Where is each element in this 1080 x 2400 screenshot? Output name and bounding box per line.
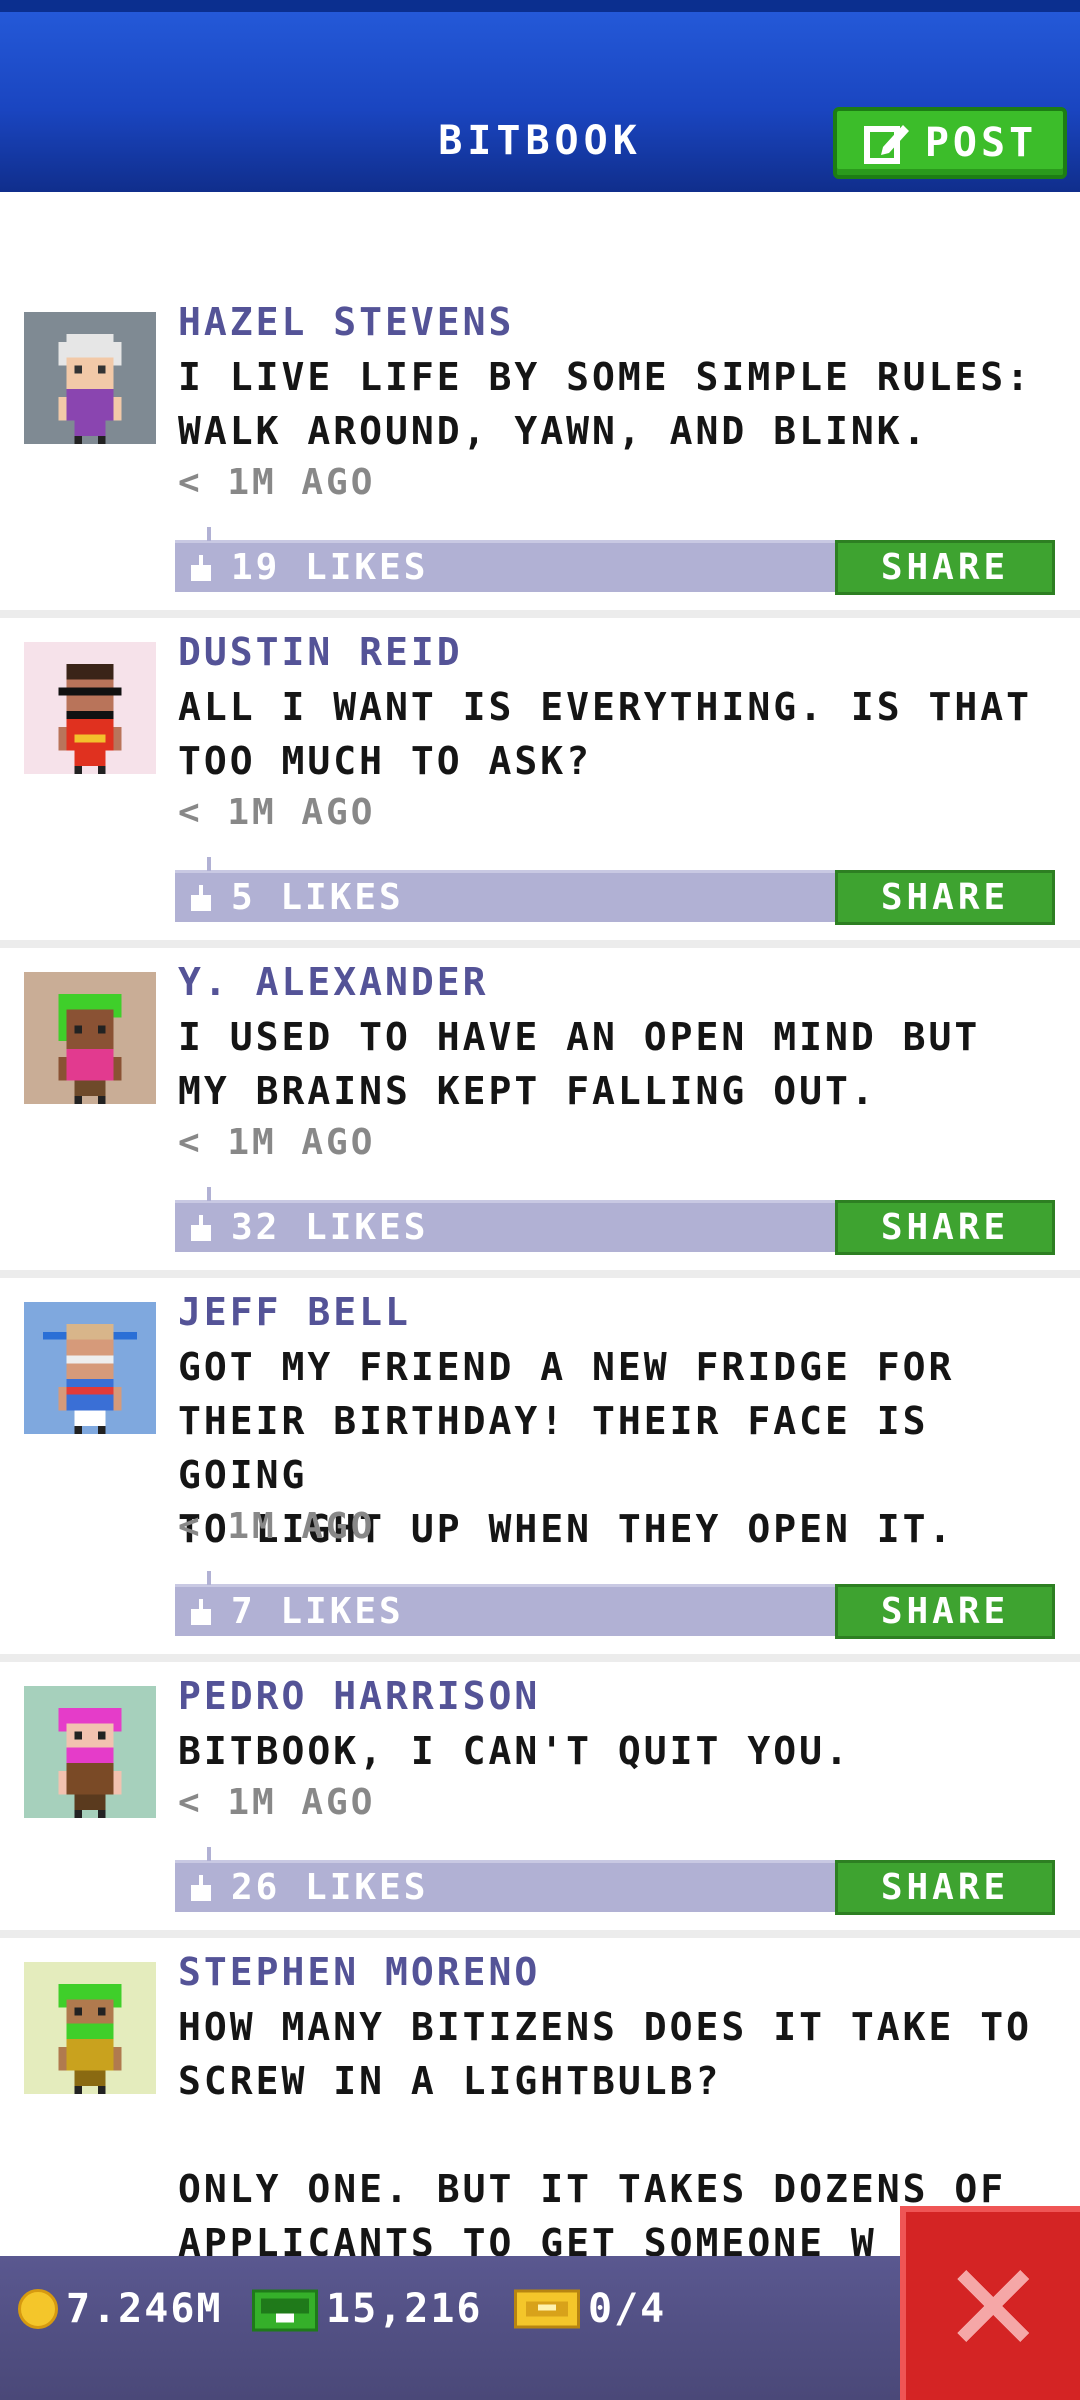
vip-value: 0/4 <box>588 2286 667 2332</box>
avatar[interactable] <box>24 1302 156 1434</box>
bitizen-avatar-icon <box>58 664 122 774</box>
divider <box>0 610 1080 618</box>
coins-stat[interactable]: 7.246M <box>18 2286 223 2332</box>
thumbs-up-icon[interactable] <box>189 1599 213 1625</box>
divider <box>0 1270 1080 1278</box>
post-message: I USED TO HAVE AN OPEN MIND BUT MY BRAIN… <box>178 1015 981 1113</box>
author-name: STEPHEN MORENO <box>178 1950 541 1994</box>
bitizen-avatar-icon <box>58 1708 122 1818</box>
author-name: DUSTIN REID <box>178 630 463 674</box>
post-message: I LIVE LIFE BY SOME SIMPLE RULES: WALK A… <box>178 355 1032 453</box>
post-button-label: POST <box>924 120 1038 166</box>
edit-icon <box>863 125 909 164</box>
thumbs-up-icon[interactable] <box>189 1215 213 1241</box>
post-time: < 1M AGO <box>178 1122 376 1163</box>
likes-count: 26 LIKES <box>231 1867 429 1908</box>
bux-stat[interactable]: 15,216 <box>252 2286 483 2332</box>
divider <box>0 1930 1080 1938</box>
post-time: < 1M AGO <box>178 1506 376 1547</box>
like-bar: 7 LIKES SHARE <box>175 1571 1055 1639</box>
author-name: HAZEL STEVENS <box>178 300 515 344</box>
likes-count: 7 LIKES <box>231 1591 404 1632</box>
vip-stat[interactable]: 0/4 <box>514 2286 666 2332</box>
share-button[interactable]: SHARE <box>835 1860 1055 1915</box>
coin-icon <box>18 2289 58 2329</box>
thumbs-up-icon[interactable] <box>189 1875 213 1901</box>
avatar[interactable] <box>24 1962 156 2094</box>
likes-count: 5 LIKES <box>231 877 404 918</box>
divider <box>0 940 1080 948</box>
like-bar: 32 LIKES SHARE <box>175 1187 1055 1255</box>
author-name: Y. ALEXANDER <box>178 960 489 1004</box>
post-message: ALL I WANT IS EVERYTHING. IS THAT TOO MU… <box>178 685 1032 783</box>
bux-icon <box>252 2289 318 2332</box>
divider <box>0 1654 1080 1662</box>
share-button[interactable]: SHARE <box>835 870 1055 925</box>
bux-value: 15,216 <box>326 2286 483 2332</box>
bitizen-avatar-icon <box>42 1324 138 1434</box>
like-bar: 19 LIKES SHARE <box>175 527 1055 595</box>
share-button[interactable]: SHARE <box>835 1200 1055 1255</box>
avatar[interactable] <box>24 972 156 1104</box>
close-button[interactable] <box>900 2206 1080 2400</box>
author-name: PEDRO HARRISON <box>178 1674 541 1718</box>
bitizen-avatar-icon <box>58 994 122 1104</box>
bitizen-avatar-icon <box>58 1984 122 2094</box>
vip-ticket-icon <box>514 2289 580 2329</box>
likes-count: 32 LIKES <box>231 1207 429 1248</box>
avatar[interactable] <box>24 1686 156 1818</box>
share-button[interactable]: SHARE <box>835 540 1055 595</box>
post-time: < 1M AGO <box>178 462 376 503</box>
avatar[interactable] <box>24 312 156 444</box>
thumbs-up-icon[interactable] <box>189 555 213 581</box>
author-name: JEFF BELL <box>178 1290 411 1334</box>
like-bar: 26 LIKES SHARE <box>175 1847 1055 1915</box>
likes-count: 19 LIKES <box>231 547 429 588</box>
post-time: < 1M AGO <box>178 792 376 833</box>
post-message: BITBOOK, I CAN'T QUIT YOU. <box>178 1729 851 1773</box>
post-button[interactable]: POST <box>833 107 1067 179</box>
thumbs-up-icon[interactable] <box>189 885 213 911</box>
header-bar: BITBOOK POST <box>0 0 1080 192</box>
like-bar: 5 LIKES SHARE <box>175 857 1055 925</box>
share-button[interactable]: SHARE <box>835 1584 1055 1639</box>
bitizen-avatar-icon <box>58 334 122 444</box>
close-icon <box>957 2270 1029 2342</box>
post-time: < 1M AGO <box>178 1782 376 1823</box>
coins-value: 7.246M <box>66 2286 223 2332</box>
avatar[interactable] <box>24 642 156 774</box>
